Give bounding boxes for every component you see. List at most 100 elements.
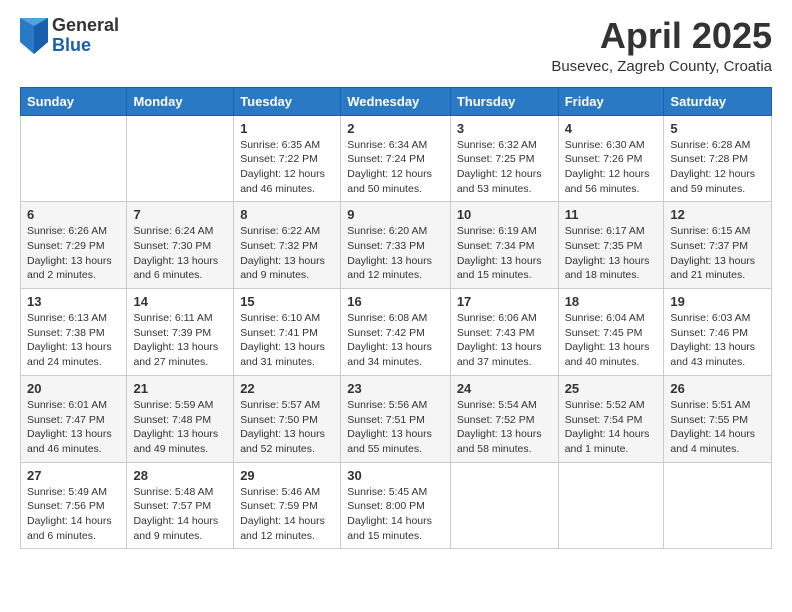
day-info: Sunrise: 6:19 AM Sunset: 7:34 PM Dayligh… — [457, 224, 552, 283]
calendar-week-row: 1 Sunrise: 6:35 AM Sunset: 7:22 PM Daylig… — [21, 115, 772, 202]
header-wednesday: Wednesday — [341, 87, 451, 115]
day-info: Sunrise: 6:28 AM Sunset: 7:28 PM Dayligh… — [670, 138, 765, 197]
day-info: Sunrise: 6:04 AM Sunset: 7:45 PM Dayligh… — [565, 311, 658, 370]
day-number: 27 — [27, 468, 120, 483]
day-number: 10 — [457, 207, 552, 222]
table-row: 18 Sunrise: 6:04 AM Sunset: 7:45 PM Dayli… — [558, 289, 664, 376]
day-info: Sunrise: 6:17 AM Sunset: 7:35 PM Dayligh… — [565, 224, 658, 283]
calendar-header-row: Sunday Monday Tuesday Wednesday Thursday… — [21, 87, 772, 115]
table-row: 3 Sunrise: 6:32 AM Sunset: 7:25 PM Daylig… — [450, 115, 558, 202]
location: Busevec, Zagreb County, Croatia — [551, 58, 772, 75]
table-row: 24 Sunrise: 5:54 AM Sunset: 7:52 PM Dayli… — [450, 375, 558, 462]
day-info: Sunrise: 5:45 AM Sunset: 8:00 PM Dayligh… — [347, 485, 444, 544]
header: General Blue April 2025 Busevec, Zagreb … — [20, 16, 772, 75]
table-row: 13 Sunrise: 6:13 AM Sunset: 7:38 PM Dayli… — [21, 289, 127, 376]
table-row: 25 Sunrise: 5:52 AM Sunset: 7:54 PM Dayli… — [558, 375, 664, 462]
day-number: 24 — [457, 381, 552, 396]
table-row: 10 Sunrise: 6:19 AM Sunset: 7:34 PM Dayli… — [450, 202, 558, 289]
calendar-week-row: 13 Sunrise: 6:13 AM Sunset: 7:38 PM Dayli… — [21, 289, 772, 376]
table-row: 4 Sunrise: 6:30 AM Sunset: 7:26 PM Daylig… — [558, 115, 664, 202]
day-info: Sunrise: 6:35 AM Sunset: 7:22 PM Dayligh… — [240, 138, 334, 197]
day-number: 20 — [27, 381, 120, 396]
day-info: Sunrise: 6:01 AM Sunset: 7:47 PM Dayligh… — [27, 398, 120, 457]
day-number: 1 — [240, 121, 334, 136]
day-info: Sunrise: 5:49 AM Sunset: 7:56 PM Dayligh… — [27, 485, 120, 544]
day-number: 22 — [240, 381, 334, 396]
day-info: Sunrise: 6:26 AM Sunset: 7:29 PM Dayligh… — [27, 224, 120, 283]
day-number: 13 — [27, 294, 120, 309]
day-info: Sunrise: 5:48 AM Sunset: 7:57 PM Dayligh… — [133, 485, 227, 544]
table-row — [450, 462, 558, 549]
table-row: 21 Sunrise: 5:59 AM Sunset: 7:48 PM Dayli… — [127, 375, 234, 462]
table-row: 15 Sunrise: 6:10 AM Sunset: 7:41 PM Dayli… — [234, 289, 341, 376]
day-number: 3 — [457, 121, 552, 136]
day-info: Sunrise: 6:13 AM Sunset: 7:38 PM Dayligh… — [27, 311, 120, 370]
table-row — [127, 115, 234, 202]
table-row: 2 Sunrise: 6:34 AM Sunset: 7:24 PM Daylig… — [341, 115, 451, 202]
header-saturday: Saturday — [664, 87, 772, 115]
day-number: 25 — [565, 381, 658, 396]
day-number: 6 — [27, 207, 120, 222]
logo-text: General Blue — [52, 16, 119, 56]
day-info: Sunrise: 6:32 AM Sunset: 7:25 PM Dayligh… — [457, 138, 552, 197]
day-number: 28 — [133, 468, 227, 483]
day-number: 4 — [565, 121, 658, 136]
table-row: 16 Sunrise: 6:08 AM Sunset: 7:42 PM Dayli… — [341, 289, 451, 376]
table-row — [664, 462, 772, 549]
table-row: 14Sunrise: 6:11 AM Sunset: 7:39 PM Dayli… — [127, 289, 234, 376]
day-number: 15 — [240, 294, 334, 309]
day-info: Sunrise: 6:24 AM Sunset: 7:30 PM Dayligh… — [133, 224, 227, 283]
day-number: 16 — [347, 294, 444, 309]
table-row: 20 Sunrise: 6:01 AM Sunset: 7:47 PM Dayli… — [21, 375, 127, 462]
page: General Blue April 2025 Busevec, Zagreb … — [0, 0, 792, 565]
day-number: 2 — [347, 121, 444, 136]
table-row — [558, 462, 664, 549]
day-number: 5 — [670, 121, 765, 136]
table-row: 23 Sunrise: 5:56 AM Sunset: 7:51 PM Dayli… — [341, 375, 451, 462]
day-number: 26 — [670, 381, 765, 396]
table-row: 27 Sunrise: 5:49 AM Sunset: 7:56 PM Dayli… — [21, 462, 127, 549]
table-row: 11 Sunrise: 6:17 AM Sunset: 7:35 PM Dayli… — [558, 202, 664, 289]
table-row: 19Sunrise: 6:03 AM Sunset: 7:46 PM Dayli… — [664, 289, 772, 376]
logo-general-text: General — [52, 16, 119, 36]
day-info: Sunrise: 6:34 AM Sunset: 7:24 PM Dayligh… — [347, 138, 444, 197]
table-row: 28 Sunrise: 5:48 AM Sunset: 7:57 PM Dayli… — [127, 462, 234, 549]
table-row: 1 Sunrise: 6:35 AM Sunset: 7:22 PM Daylig… — [234, 115, 341, 202]
day-number: 23 — [347, 381, 444, 396]
header-tuesday: Tuesday — [234, 87, 341, 115]
table-row: 17Sunrise: 6:06 AM Sunset: 7:43 PM Dayli… — [450, 289, 558, 376]
table-row: 5 Sunrise: 6:28 AM Sunset: 7:28 PM Daylig… — [664, 115, 772, 202]
logo: General Blue — [20, 16, 119, 56]
header-monday: Monday — [127, 87, 234, 115]
day-info: Sunrise: 5:46 AM Sunset: 7:59 PM Dayligh… — [240, 485, 334, 544]
day-info: Sunrise: 5:52 AM Sunset: 7:54 PM Dayligh… — [565, 398, 658, 457]
day-info: Sunrise: 6:08 AM Sunset: 7:42 PM Dayligh… — [347, 311, 444, 370]
logo-icon — [20, 18, 48, 54]
table-row: 8Sunrise: 6:22 AM Sunset: 7:32 PM Daylig… — [234, 202, 341, 289]
calendar-week-row: 20 Sunrise: 6:01 AM Sunset: 7:47 PM Dayli… — [21, 375, 772, 462]
day-number: 17 — [457, 294, 552, 309]
day-number: 9 — [347, 207, 444, 222]
day-info: Sunrise: 6:20 AM Sunset: 7:33 PM Dayligh… — [347, 224, 444, 283]
day-info: Sunrise: 5:57 AM Sunset: 7:50 PM Dayligh… — [240, 398, 334, 457]
logo-blue-text: Blue — [52, 36, 119, 56]
table-row: 29Sunrise: 5:46 AM Sunset: 7:59 PM Dayli… — [234, 462, 341, 549]
table-row: 26Sunrise: 5:51 AM Sunset: 7:55 PM Dayli… — [664, 375, 772, 462]
day-number: 11 — [565, 207, 658, 222]
day-info: Sunrise: 6:30 AM Sunset: 7:26 PM Dayligh… — [565, 138, 658, 197]
day-number: 18 — [565, 294, 658, 309]
day-number: 21 — [133, 381, 227, 396]
day-number: 12 — [670, 207, 765, 222]
day-info: Sunrise: 6:15 AM Sunset: 7:37 PM Dayligh… — [670, 224, 765, 283]
calendar-week-row: 27 Sunrise: 5:49 AM Sunset: 7:56 PM Dayli… — [21, 462, 772, 549]
day-number: 14 — [133, 294, 227, 309]
header-sunday: Sunday — [21, 87, 127, 115]
day-info: Sunrise: 5:59 AM Sunset: 7:48 PM Dayligh… — [133, 398, 227, 457]
day-info: Sunrise: 6:10 AM Sunset: 7:41 PM Dayligh… — [240, 311, 334, 370]
title-block: April 2025 Busevec, Zagreb County, Croat… — [551, 16, 772, 75]
table-row: 9 Sunrise: 6:20 AM Sunset: 7:33 PM Daylig… — [341, 202, 451, 289]
table-row: 6 Sunrise: 6:26 AM Sunset: 7:29 PM Daylig… — [21, 202, 127, 289]
day-info: Sunrise: 5:54 AM Sunset: 7:52 PM Dayligh… — [457, 398, 552, 457]
day-number: 19 — [670, 294, 765, 309]
day-info: Sunrise: 5:56 AM Sunset: 7:51 PM Dayligh… — [347, 398, 444, 457]
